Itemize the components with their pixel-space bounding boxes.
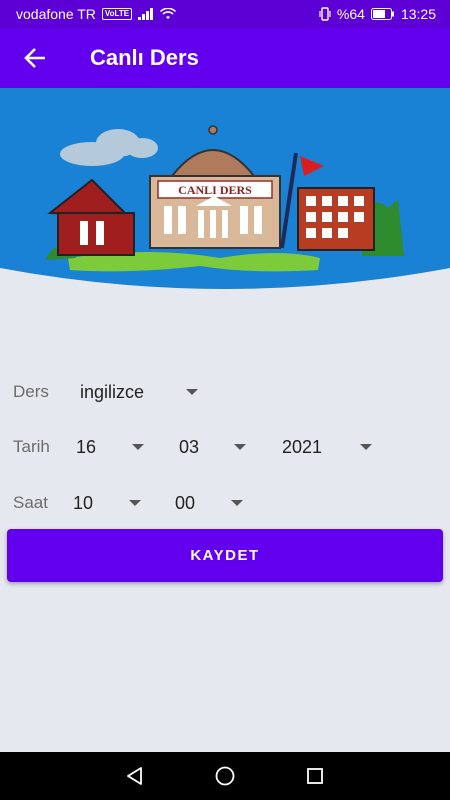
ders-dropdown-arrow-icon [186, 389, 198, 395]
battery-percent: %64 [336, 6, 365, 22]
status-time: 13:25 [400, 6, 436, 22]
month-dropdown[interactable]: 03 [179, 427, 249, 467]
hour-value: 10 [73, 492, 94, 513]
minute-dropdown[interactable]: 00 [175, 483, 247, 523]
minute-dropdown-arrow-icon [231, 500, 243, 506]
year-value: 2021 [282, 436, 323, 457]
month-dropdown-arrow-icon [234, 444, 246, 450]
nav-back-button[interactable] [123, 764, 147, 788]
day-dropdown-arrow-icon [132, 444, 144, 450]
hour-dropdown[interactable]: 10 [73, 483, 143, 523]
nav-home-button[interactable] [213, 764, 237, 788]
saat-row: Saat 10 00 [0, 483, 450, 523]
nav-home-icon [215, 766, 235, 786]
minute-value: 00 [175, 492, 196, 513]
day-value: 16 [76, 436, 97, 457]
carrier-name: vodafone TR [16, 6, 96, 22]
month-value: 03 [179, 436, 200, 457]
school-illustration: CANLI DERS [0, 88, 450, 289]
status-bar: vodafone TR VoLTE %64 13:25 [0, 0, 450, 28]
year-dropdown[interactable]: 2021 [282, 427, 374, 467]
hour-dropdown-arrow-icon [129, 500, 141, 506]
nav-recents-button[interactable] [303, 764, 327, 788]
day-dropdown[interactable]: 16 [76, 427, 148, 467]
battery-icon [370, 8, 394, 20]
banner-sign-text: CANLI DERS [178, 183, 252, 197]
ders-dropdown[interactable]: ingilizce [80, 372, 202, 412]
ders-row: Ders ingilizce [0, 372, 450, 412]
arrow-back-icon [24, 48, 45, 68]
ders-value: ingilizce [80, 381, 145, 402]
wifi-icon [160, 8, 177, 19]
system-nav-bar [0, 752, 450, 800]
volte-badge: VoLTE [101, 8, 133, 20]
tarih-label: Tarih [13, 437, 50, 456]
app-bar: Canlı Ders [0, 28, 450, 88]
page-title: Canlı Ders [90, 45, 199, 70]
nav-recents-icon [307, 768, 323, 784]
vibrate-icon [319, 7, 331, 21]
banner-illustration: CANLI DERS [0, 88, 450, 293]
signal-icon [138, 8, 154, 20]
right-building [297, 187, 375, 251]
tarih-row: Tarih 16 03 2021 [0, 427, 450, 467]
saat-label: Saat [13, 493, 48, 512]
ders-label: Ders [13, 382, 49, 401]
year-dropdown-arrow-icon [360, 444, 372, 450]
back-button[interactable] [0, 28, 70, 88]
nav-back-icon [127, 767, 142, 785]
save-button[interactable]: KAYDET [7, 529, 443, 582]
